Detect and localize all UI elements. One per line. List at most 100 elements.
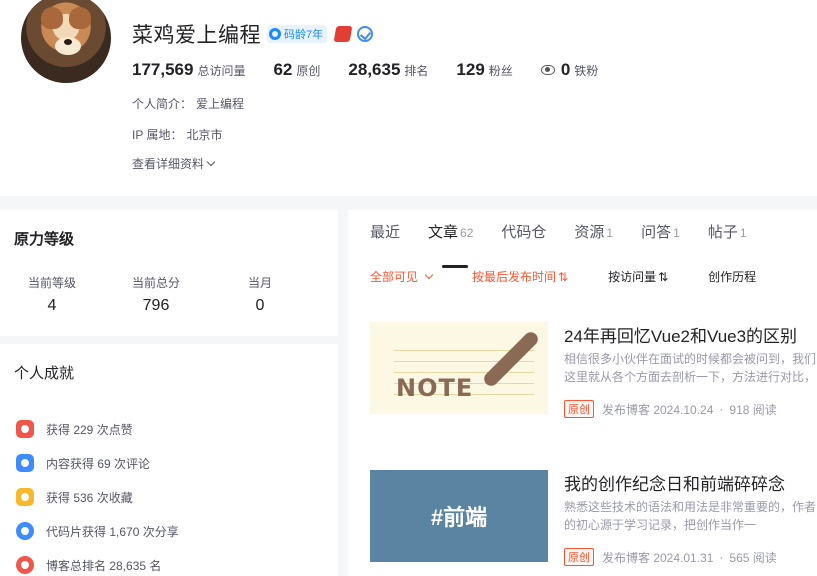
code-age-label: 码龄7年 [284,29,324,41]
view-details-link[interactable]: 查看详细资料 [132,155,216,172]
verified-icon[interactable] [357,26,374,42]
chevron-down-icon [424,270,434,280]
chevron-down-icon [206,157,216,167]
achievements-list: 获得 229 次点赞 内容获得 69 次评论 获得 536 次收藏 代码片获得 … [16,412,179,576]
avatar-ear-right [69,7,91,29]
name-row: 菜鸡爱上编程 码龄7年 [132,20,374,48]
tab-label: 代码仓 [501,224,547,241]
article-meta: 原创 发布博客 2024.10.24 · 918 阅读 [564,400,777,418]
stat-total-views: 177,569 总访问量 [132,60,245,80]
stat-iron-fans[interactable]: 0 铁粉 [540,60,599,80]
history-label: 创作历程 [708,270,757,284]
publish-date: 发布博客 2024.01.31 [602,550,714,565]
sort-by-time[interactable]: 按最后发布时间 ⇅ [472,268,568,285]
stat-rank: 28,635 排名 [348,60,428,80]
ip-label: IP 属地： [132,128,183,142]
publish-date: 发布博客 2024.10.24 [602,402,714,417]
meta-separator: · [719,402,724,416]
level-value: 0 [255,297,265,314]
thumbnail-text: #前端 [430,505,488,530]
sort-arrows-icon: ⇅ [558,269,569,284]
tab-articles[interactable]: 文章 62 [428,222,474,268]
avatar-nose [64,39,72,45]
share-icon [16,522,34,540]
visibility-label: 全部可见 [370,270,419,284]
tab-label: 最近 [370,224,401,241]
tab-count: 1 [673,226,680,240]
article-item[interactable]: #前端 我的创作纪念日和前端碎碎念 熟悉这些技术的语法和用法是非常重要的，作者的… [370,470,817,566]
sort-time-label: 按最后发布时间 [472,270,557,284]
bio-line: 个人简介： 爱上编程 [132,95,244,112]
list-item: 博客总排名 28,635 名 [16,548,179,576]
tab-label: 资源 [574,224,605,241]
article-thumbnail[interactable]: NOTE [370,322,548,414]
view-count: 565 阅读 [729,550,777,565]
list-item: 获得 536 次收藏 [16,480,179,514]
article-title[interactable]: 我的创作纪念日和前端碎碎念 [564,470,785,495]
star-icon [16,488,34,506]
username: 菜鸡爱上编程 [132,24,261,47]
profile-header: 菜鸡爱上编程 码龄7年 177,569 总访问量 62 原创 28,635 排名… [0,0,817,196]
tab-qa[interactable]: 问答 1 [641,222,680,262]
content-tabs: 最近 文章 62 代码仓 资源 1 问答 1 帖子 1 [370,222,775,268]
article-thumbnail[interactable]: #前端 [370,470,548,562]
avatar[interactable] [18,0,114,86]
list-item: 内容获得 69 次评论 [16,446,179,480]
tab-recent[interactable]: 最近 [370,222,400,262]
article-description: 熟悉这些技术的语法和用法是非常重要的，作者的初心源于学习记录，把创作当作一 [564,500,817,532]
code-age-icon [269,28,281,40]
eye-icon [540,65,555,75]
level-columns: 当前等级 4 当前总分 796 当月 0 [0,274,320,315]
content-main: 最近 文章 62 代码仓 资源 1 问答 1 帖子 1 全部可见 按最后发布时间 ⇅ 按… [348,210,817,576]
article-title[interactable]: 24年再回忆Vue2和Vue3的区别 [564,322,797,347]
article-filters: 全部可见 按最后发布时间 ⇅ 按访问量 ⇅ 创作历程 [370,268,796,285]
visibility-dropdown[interactable]: 全部可见 [370,268,434,285]
tab-label: 文章 [428,224,459,241]
code-age-badge[interactable]: 码龄7年 [267,25,328,43]
sort-views-label: 按访问量 [608,270,657,284]
view-details-label: 查看详细资料 [132,157,205,171]
article-item[interactable]: NOTE 24年再回忆Vue2和Vue3的区别 相信很多小伙伴在面试的时候都会被… [370,322,817,418]
achievement-text: 博客总排名 28,635 名 [46,558,162,573]
tab-code-repo[interactable]: 代码仓 [501,222,546,262]
stat-original: 62 原创 [273,60,320,80]
panel-title: 个人成就 [14,365,75,382]
stat-number: 28,635 [348,60,401,79]
original-badge: 原创 [564,548,594,566]
level-label: 当月 [247,276,272,290]
bio-value: 爱上编程 [196,97,245,111]
list-item: 获得 229 次点赞 [16,412,179,446]
force-level-panel: 原力等级 当前等级 4 当前总分 796 当月 0 [0,210,338,336]
level-total: 当前总分 796 [104,274,208,315]
stat-number: 129 [456,60,485,79]
original-badge: 原创 [564,400,594,418]
level-label: 当前总分 [131,276,180,290]
stat-label: 粉丝 [488,64,513,78]
stat-number: 177,569 [132,60,194,79]
list-item: 代码片获得 1,670 次分享 [16,514,179,548]
ip-line: IP 属地： 北京市 [132,126,222,143]
stat-label: 总访问量 [197,64,246,78]
stat-label: 铁粉 [574,63,599,78]
stat-label: 排名 [404,64,429,78]
tab-resources[interactable]: 资源 1 [574,222,613,262]
profile-stats: 177,569 总访问量 62 原创 28,635 排名 129 粉丝 0 铁粉 [132,60,626,80]
blog-expert-icon[interactable] [333,26,353,42]
achievement-text: 获得 536 次收藏 [46,490,133,505]
achievement-text: 获得 229 次点赞 [46,422,133,437]
view-count: 918 阅读 [729,402,777,417]
rank-icon [16,556,34,574]
level-current: 当前等级 4 [0,274,104,315]
creation-history-link[interactable]: 创作历程 [708,268,756,285]
stat-number: 0 [560,60,571,79]
level-value: 4 [47,297,57,314]
thumbnail-text: NOTE [396,374,474,402]
tab-posts[interactable]: 帖子 1 [708,222,747,262]
tab-count: 62 [460,226,474,240]
stat-fans[interactable]: 129 粉丝 [456,60,512,80]
tab-count: 1 [606,226,614,240]
tab-label: 问答 [641,224,672,241]
sort-by-views[interactable]: 按访问量 ⇅ [608,268,668,285]
level-value: 796 [142,297,170,314]
article-description: 相信很多小伙伴在面试的时候都会被问到，我们这里就从各个方面去剖析一下，方法进行对… [564,352,817,384]
